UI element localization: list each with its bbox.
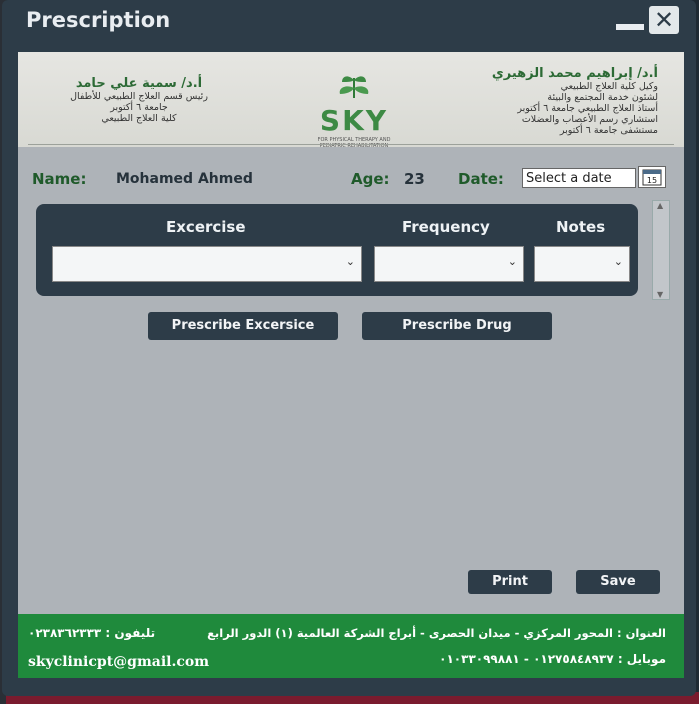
footer-phone: تليفون : ٠٢٣٨٣٦٢٣٣٣ bbox=[28, 626, 156, 640]
doctor-right-name: أ.د/ إبراهيم محمد الزهيري bbox=[491, 66, 658, 81]
notes-dropdown[interactable]: ⌄ bbox=[534, 246, 630, 282]
date-label: Date: bbox=[458, 170, 504, 188]
letterhead-divider bbox=[28, 144, 674, 145]
table-scrollbar[interactable]: ▲ ▼ bbox=[652, 200, 670, 300]
chevron-down-icon: ⌄ bbox=[613, 255, 623, 268]
name-label: Name: bbox=[32, 170, 87, 188]
window-title: Prescription bbox=[26, 8, 171, 32]
doctor-right-line: لشئون خدمة المجتمع والبيئة bbox=[547, 92, 658, 103]
prescribe-drug-button[interactable]: Prescribe Drug bbox=[362, 312, 552, 340]
close-button[interactable]: ✕ bbox=[649, 6, 679, 34]
calendar-day: 15 bbox=[647, 176, 657, 185]
leaf-icon bbox=[339, 76, 369, 99]
prescription-window: Prescription ✕ أ.د/ إبراهيم محمد الزهيري… bbox=[2, 0, 696, 696]
calendar-icon: 15 bbox=[642, 169, 662, 186]
header-exercise: Excercise bbox=[166, 218, 246, 236]
doctor-right-line: وكيل كلية العلاج الطبيعي bbox=[560, 81, 658, 92]
header-frequency: Frequency bbox=[402, 218, 490, 236]
letterhead: أ.د/ إبراهيم محمد الزهيري وكيل كلية العل… bbox=[18, 52, 684, 149]
logo-word: SKY bbox=[319, 104, 389, 137]
prescribe-exercise-button[interactable]: Prescribe Excersice bbox=[148, 312, 338, 340]
patient-name: Mohamed Ahmed bbox=[116, 171, 253, 187]
age-label: Age: bbox=[351, 170, 390, 188]
footer-address: العنوان : المحور المركزي - ميدان الحصرى … bbox=[207, 626, 666, 640]
save-button[interactable]: Save bbox=[576, 570, 660, 594]
chevron-down-icon: ⌄ bbox=[345, 255, 355, 268]
doctor-left-line: رئيس قسم العلاج الطبيعي للأطفال bbox=[70, 91, 208, 102]
patient-age: 23 bbox=[404, 170, 425, 188]
doctor-right-line: مستشفى جامعة ٦ أكتوبر bbox=[559, 125, 658, 136]
chevron-down-icon: ⌄ bbox=[507, 255, 517, 268]
footer-email: skyclinicpt@gmail.com bbox=[28, 654, 210, 670]
exercise-table: Excercise Frequency Notes ⌄ ⌄ ⌄ bbox=[36, 204, 638, 296]
header-notes: Notes bbox=[556, 218, 606, 236]
doctor-left-line: جامعة ٦ أكتوبر bbox=[110, 102, 168, 113]
doctor-right-line: أستاذ العلاج الطبيعي جامعة ٦ أكتوبر bbox=[517, 103, 658, 114]
doctor-right-block: أ.د/ إبراهيم محمد الزهيري وكيل كلية العل… bbox=[438, 66, 658, 136]
calendar-button[interactable]: 15 bbox=[638, 166, 666, 188]
prescription-sheet: أ.د/ إبراهيم محمد الزهيري وكيل كلية العل… bbox=[18, 52, 684, 678]
contact-footer: تليفون : ٠٢٣٨٣٦٢٣٣٣ skyclinicpt@gmail.co… bbox=[18, 614, 684, 678]
footer-mobile: موبايل : ٠١٢٧٥٨٤٨٩٣٧ - ٠١٠٣٣٠٩٩٨٨١ bbox=[439, 652, 666, 666]
frequency-dropdown[interactable]: ⌄ bbox=[374, 246, 524, 282]
scroll-down-icon[interactable]: ▼ bbox=[657, 290, 663, 299]
print-button[interactable]: Print bbox=[468, 570, 552, 594]
date-picker-input[interactable]: Select a date bbox=[522, 168, 636, 188]
scroll-up-icon[interactable]: ▲ bbox=[657, 201, 663, 210]
minimize-button[interactable] bbox=[616, 24, 644, 30]
doctor-left-line: كلية العلاج الطبيعي bbox=[101, 113, 177, 124]
doctor-right-line: استشاري رسم الأعصاب والعضلات bbox=[521, 114, 658, 125]
sky-logo: SKY FOR PHYSICAL THERAPY AND PEDIATRIC R… bbox=[294, 74, 414, 149]
exercise-dropdown[interactable]: ⌄ bbox=[52, 246, 362, 282]
doctor-left-block: أ.د/ سمية علي حامد رئيس قسم العلاج الطبي… bbox=[34, 76, 244, 124]
doctor-left-name: أ.د/ سمية علي حامد bbox=[75, 76, 203, 91]
